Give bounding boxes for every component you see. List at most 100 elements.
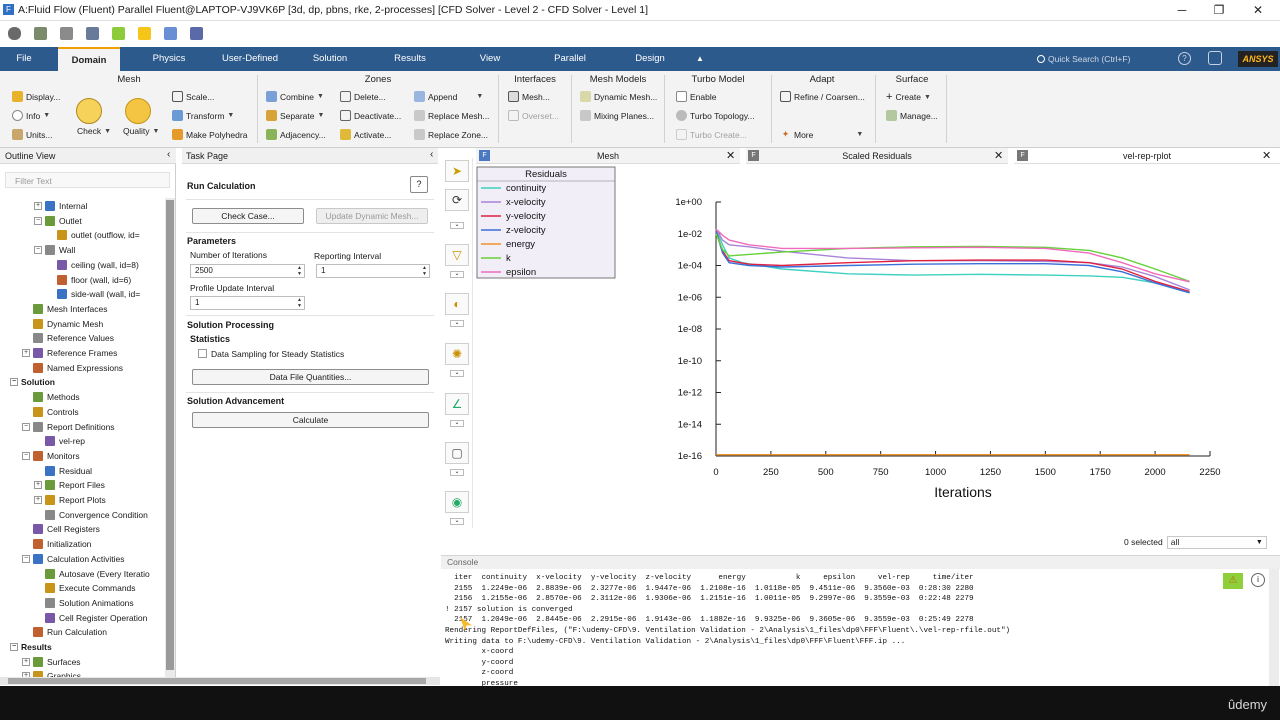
turbo-enable-checkbox[interactable]: Enable	[676, 91, 716, 102]
mesh-display-button[interactable]: Display...	[12, 91, 60, 102]
chevron-down-icon[interactable]: ⌄	[450, 518, 464, 525]
tree-item[interactable]: − Solution	[0, 375, 165, 389]
tree-item[interactable]: vel-rep	[0, 434, 165, 448]
horizontal-scrollbar-thumb[interactable]	[8, 678, 426, 684]
layout-icon[interactable]	[1208, 51, 1222, 65]
surface-create-button[interactable]: + Create ▼	[886, 91, 931, 103]
chevron-down-icon[interactable]: ⌄	[450, 469, 464, 476]
zones-deactivate-button[interactable]: Deactivate...	[340, 110, 401, 121]
collapse-icon[interactable]: −	[10, 643, 18, 651]
tree-item[interactable]: + Internal	[0, 199, 165, 213]
tree-item[interactable]: Cell Registers	[0, 522, 165, 536]
outline-scrollbar-thumb[interactable]	[166, 200, 174, 670]
calculate-button[interactable]: Calculate	[192, 412, 429, 428]
tree-item[interactable]: + Surfaces	[0, 655, 165, 669]
chevron-down-icon[interactable]: ⌄	[450, 222, 464, 229]
surface-manage-button[interactable]: Manage...	[886, 110, 938, 121]
interfaces-mesh-button[interactable]: Mesh...	[508, 91, 550, 102]
collapse-panel-icon[interactable]: ‹	[167, 149, 170, 160]
expand-icon[interactable]: +	[34, 481, 42, 490]
tree-item[interactable]: − Report Definitions	[0, 420, 165, 434]
tree-item[interactable]: Controls	[0, 405, 165, 419]
make-polyhedra-button[interactable]: Make Polyhedra	[172, 129, 247, 140]
tree-item[interactable]: Mesh Interfaces	[0, 302, 165, 316]
data-sampling-checkbox[interactable]	[198, 349, 207, 358]
zones-append-button[interactable]: Append ▼	[414, 91, 483, 102]
tree-item[interactable]: Dynamic Mesh	[0, 317, 165, 331]
tree-item[interactable]: Solution Animations	[0, 596, 165, 610]
tree-item[interactable]: ceiling (wall, id=8)	[0, 258, 165, 272]
save-icon[interactable]	[60, 27, 73, 40]
tree-item[interactable]: Initialization	[0, 537, 165, 551]
ansys-a-icon[interactable]	[138, 27, 151, 40]
tab-domain[interactable]: Domain	[58, 47, 120, 71]
fit-view-icon[interactable]: ▽	[445, 244, 469, 266]
turbo-create-button[interactable]: Turbo Create...	[676, 129, 747, 140]
tab-user-defined[interactable]: User-Defined	[212, 47, 288, 71]
rotate-icon[interactable]: ⟳	[445, 189, 469, 211]
mesh-transform-button[interactable]: Transform ▼	[172, 110, 234, 121]
minimize-button[interactable]: ─	[1166, 2, 1198, 18]
profile-update-input[interactable]: 1 ▲ ▼	[190, 296, 305, 310]
tree-item[interactable]: outlet (outflow, id=	[0, 228, 165, 242]
tree-item[interactable]: + Report Files	[0, 478, 165, 492]
copy-icon[interactable]: ▢	[445, 442, 469, 464]
collapse-icon[interactable]: −	[22, 422, 30, 431]
outline-filter-input[interactable]: Filter Text	[5, 172, 170, 188]
chevron-down-icon[interactable]: ⌄	[450, 271, 464, 278]
close-icon[interactable]: ✕	[994, 148, 1003, 164]
tab-parallel[interactable]: Parallel	[540, 47, 600, 71]
tab-mesh-window[interactable]: Mesh	[476, 148, 740, 164]
tree-item[interactable]: − Outlet	[0, 214, 165, 228]
turbo-topology-button[interactable]: Turbo Topology...	[676, 110, 755, 121]
axes-icon[interactable]: ∠	[445, 393, 469, 415]
zones-adjacency-button[interactable]: Adjacency...	[266, 129, 326, 140]
tree-item[interactable]: Residual	[0, 464, 165, 478]
tree-item[interactable]: Reference Values	[0, 331, 165, 345]
tree-item[interactable]: Methods	[0, 390, 165, 404]
settings-icon[interactable]	[86, 27, 99, 40]
collapse-icon[interactable]: −	[22, 451, 30, 460]
replace-mesh-button[interactable]: Replace Mesh...	[414, 110, 489, 121]
help-icon[interactable]: ?	[410, 176, 428, 193]
tab-solution[interactable]: Solution	[300, 47, 360, 71]
tree-item[interactable]: + Report Plots	[0, 493, 165, 507]
tab-file[interactable]: File	[0, 47, 48, 71]
data-file-quantities-button[interactable]: Data File Quantities...	[192, 369, 429, 385]
selection-filter-dropdown[interactable]: all ▼	[1166, 535, 1267, 549]
console-scrollbar[interactable]	[1269, 569, 1279, 686]
chevron-down-icon[interactable]: ⌄	[450, 370, 464, 377]
layer-icon[interactable]: ◐	[445, 293, 469, 315]
tree-item[interactable]: − Monitors	[0, 449, 165, 463]
collapse-icon[interactable]: −	[34, 216, 42, 225]
check-case-button[interactable]: Check Case...	[192, 208, 304, 224]
parallel-icon[interactable]	[190, 27, 203, 40]
collapse-icon[interactable]: −	[34, 246, 42, 255]
mesh-scale-button[interactable]: Scale...	[172, 91, 214, 102]
tree-item[interactable]: − Calculation Activities	[0, 552, 165, 566]
mesh-quality-button[interactable]: Quality ▼	[123, 126, 159, 136]
collapse-icon[interactable]: −	[22, 554, 30, 563]
tree-item[interactable]: − Wall	[0, 243, 165, 257]
interfaces-overset-button[interactable]: Overset...	[508, 110, 559, 121]
warning-icon[interactable]: ⚠	[1223, 573, 1243, 589]
adapt-more-button[interactable]: ✦ More ▼	[780, 129, 864, 140]
tree-item[interactable]: − Results	[0, 640, 165, 654]
close-icon[interactable]: ✕	[726, 148, 735, 164]
tree-item[interactable]: Run Calculation	[0, 625, 165, 639]
tab-view[interactable]: View	[460, 47, 520, 71]
tree-item[interactable]: floor (wall, id=6)	[0, 273, 165, 287]
reporting-interval-input[interactable]: 1 ▲ ▼	[316, 264, 430, 278]
tree-item[interactable]: Autosave (Every Iteratio	[0, 567, 165, 581]
zones-separate-button[interactable]: Separate ▼	[266, 110, 324, 121]
pointer-icon[interactable]: ➤	[445, 160, 469, 182]
eye-icon[interactable]: ◉	[445, 491, 469, 513]
zones-activate-button[interactable]: Activate...	[340, 129, 391, 140]
collapse-icon[interactable]: −	[10, 378, 18, 387]
help-icon[interactable]: ?	[1178, 52, 1191, 65]
num-iterations-input[interactable]: 2500 ▲ ▼	[190, 264, 305, 278]
read-case-icon[interactable]	[34, 27, 47, 40]
close-icon[interactable]: ✕	[1262, 148, 1271, 164]
tree-item[interactable]: + Reference Frames	[0, 346, 165, 360]
replace-zone-button[interactable]: Replace Zone...	[414, 129, 488, 140]
